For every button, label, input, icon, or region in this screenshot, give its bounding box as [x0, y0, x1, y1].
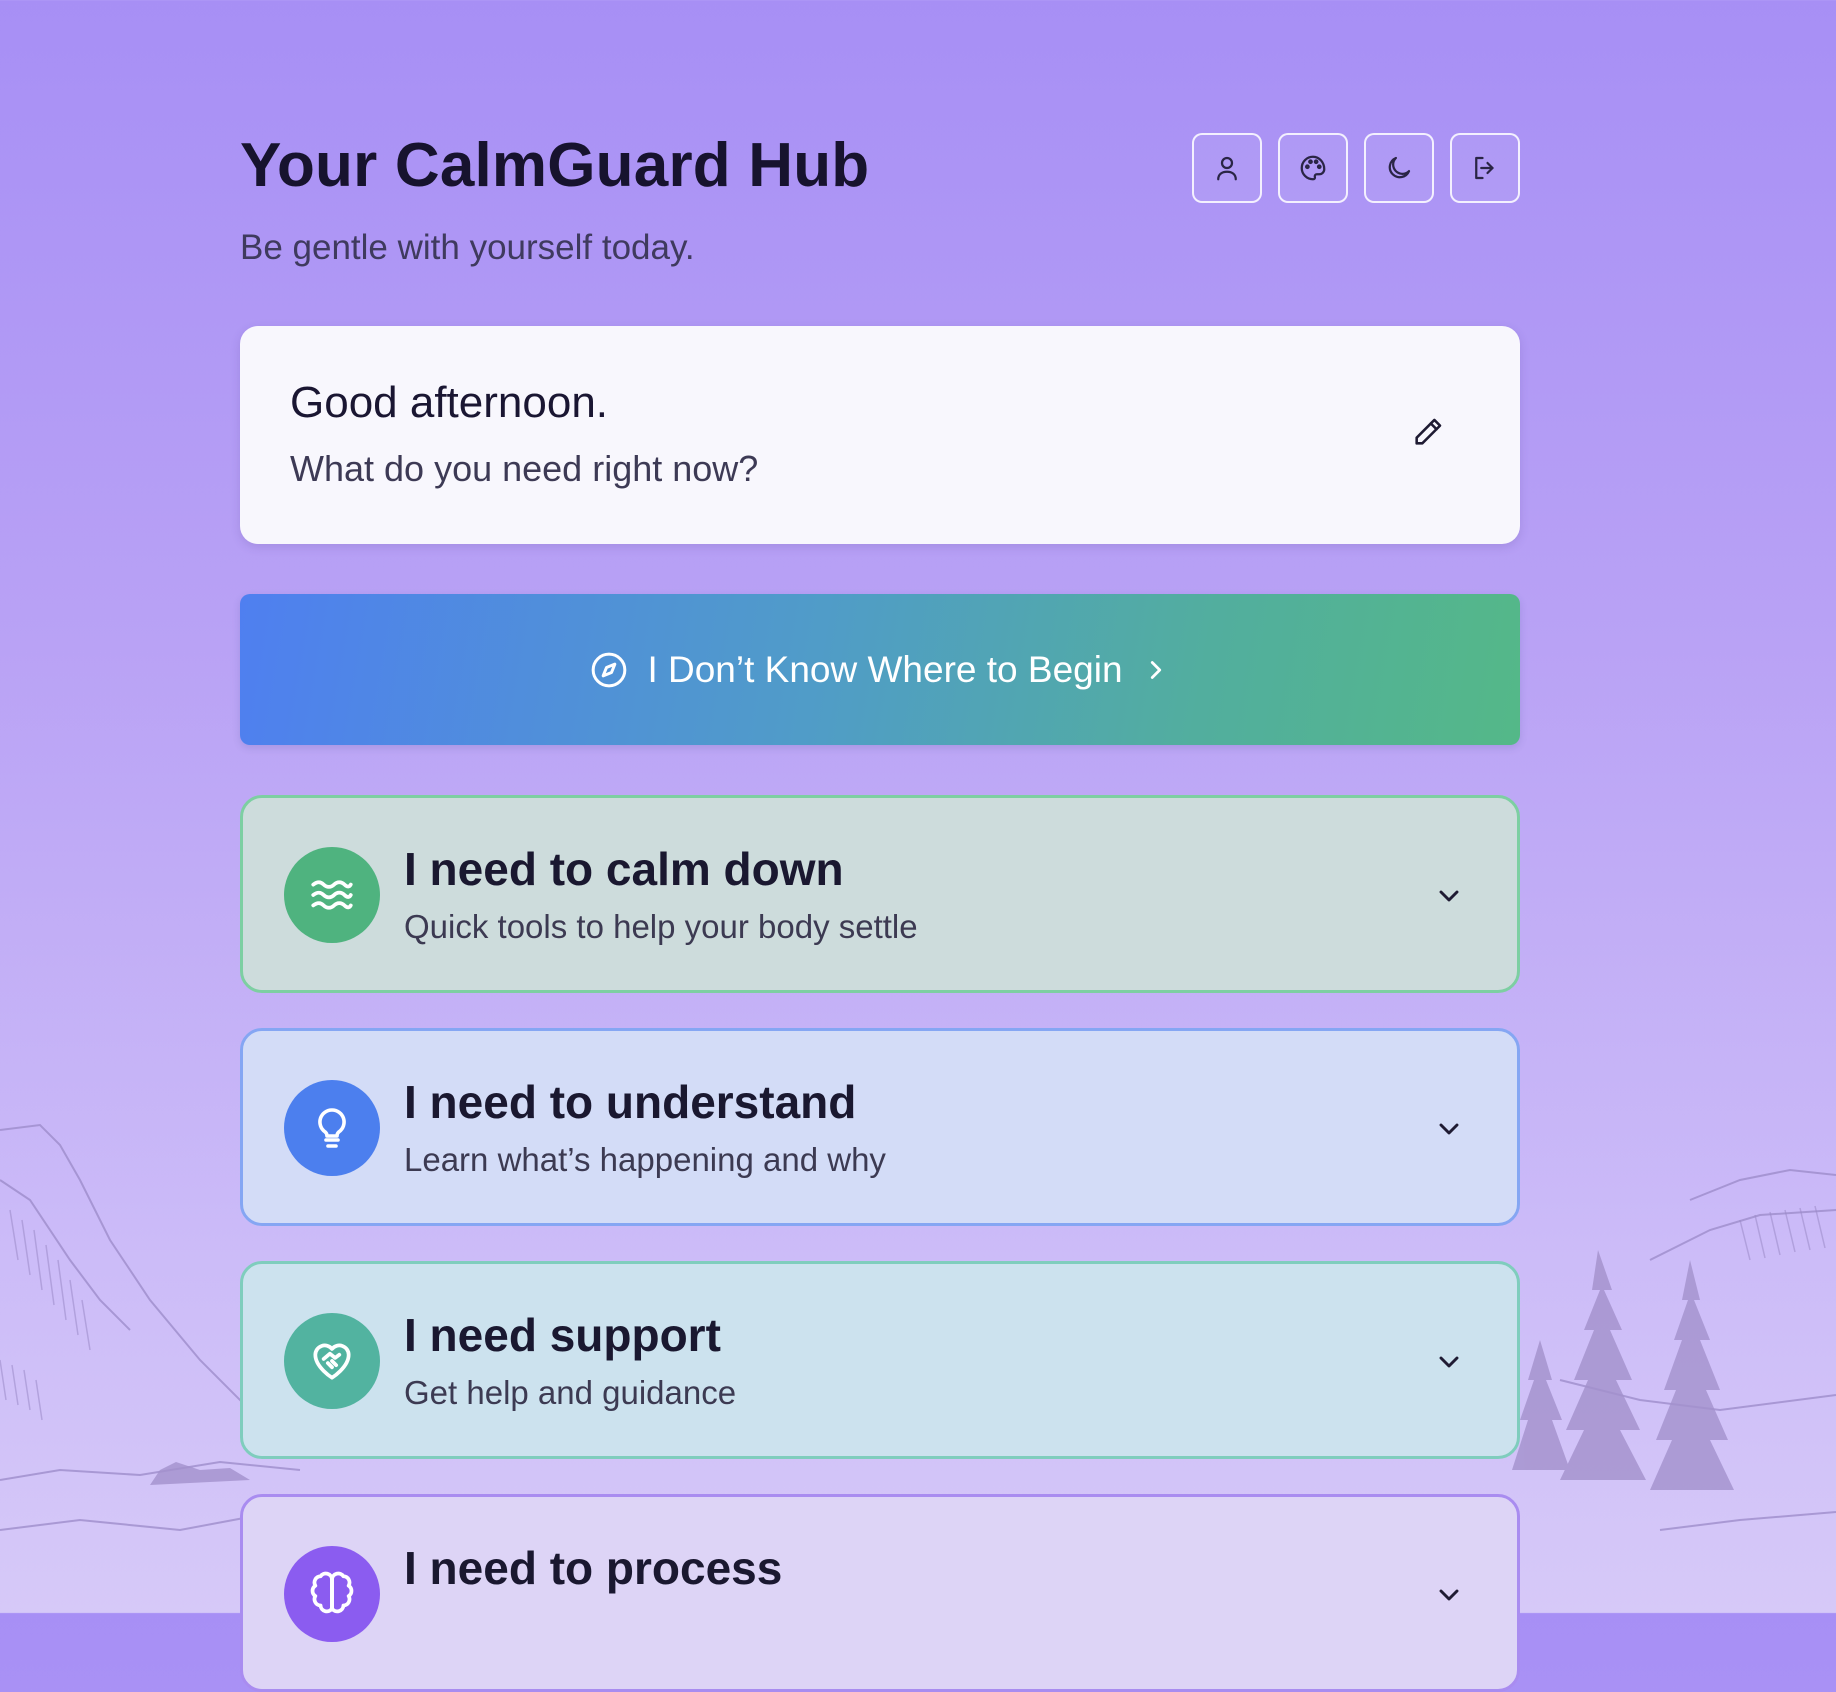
dont-know-where-to-begin-button[interactable]: I Don’t Know Where to Begin [240, 594, 1520, 745]
card-subtitle: Get help and guidance [404, 1374, 737, 1411]
chevron-down-icon [1439, 890, 1459, 902]
card-calm-down[interactable]: I need to calm down Quick tools to help … [240, 795, 1520, 993]
greeting-subtitle: What do you need right now? [290, 448, 759, 489]
theme-palette-button[interactable] [1278, 133, 1348, 203]
card-understand[interactable]: I need to understand Learn what’s happen… [240, 1028, 1520, 1226]
moon-icon [1388, 156, 1411, 179]
card-subtitle: Quick tools to help your body settle [404, 908, 918, 945]
greeting-title: Good afternoon. [290, 378, 609, 427]
support-badge [284, 1313, 380, 1409]
main-container: Your CalmGuard Hub Be gentle with yourse… [240, 0, 1520, 1692]
card-title: I need to process [404, 1542, 783, 1594]
edit-greeting-button[interactable] [1406, 410, 1450, 454]
card-title: I need support [404, 1309, 721, 1361]
understand-badge [284, 1080, 380, 1176]
card-subtitle: Learn what’s happening and why [404, 1141, 886, 1178]
chevron-down-icon [1439, 1356, 1459, 1368]
chevron-down-icon [1439, 1123, 1459, 1135]
brain-icon [310, 1571, 354, 1614]
card-title: I need to understand [404, 1076, 857, 1128]
user-icon [1217, 156, 1237, 181]
pencil-icon [1415, 418, 1442, 445]
profile-button[interactable] [1192, 133, 1262, 203]
chevron-right-icon [1150, 660, 1161, 679]
header-actions [1192, 133, 1520, 203]
logout-icon [1475, 156, 1494, 180]
calm-down-badge [284, 847, 380, 943]
logout-button[interactable] [1450, 133, 1520, 203]
heart-handshake-icon [313, 1343, 351, 1380]
waves-icon [311, 880, 353, 910]
process-badge [284, 1546, 380, 1642]
card-process[interactable]: I need to process [240, 1494, 1520, 1692]
page-title: Your CalmGuard Hub [240, 131, 870, 200]
card-support[interactable]: I need support Get help and guidance [240, 1261, 1520, 1459]
lightbulb-icon [318, 1108, 346, 1148]
compass-icon [592, 652, 627, 687]
palette-icon [1300, 155, 1326, 181]
greeting-card: Good afternoon. What do you need right n… [240, 326, 1520, 544]
page-subtitle: Be gentle with yourself today. [240, 228, 695, 267]
dark-mode-button[interactable] [1364, 133, 1434, 203]
card-title: I need to calm down [404, 843, 844, 895]
chevron-down-icon [1439, 1589, 1459, 1601]
begin-button-label: I Don’t Know Where to Begin [647, 648, 1123, 690]
page-header: Your CalmGuard Hub Be gentle with yourse… [240, 0, 1520, 330]
